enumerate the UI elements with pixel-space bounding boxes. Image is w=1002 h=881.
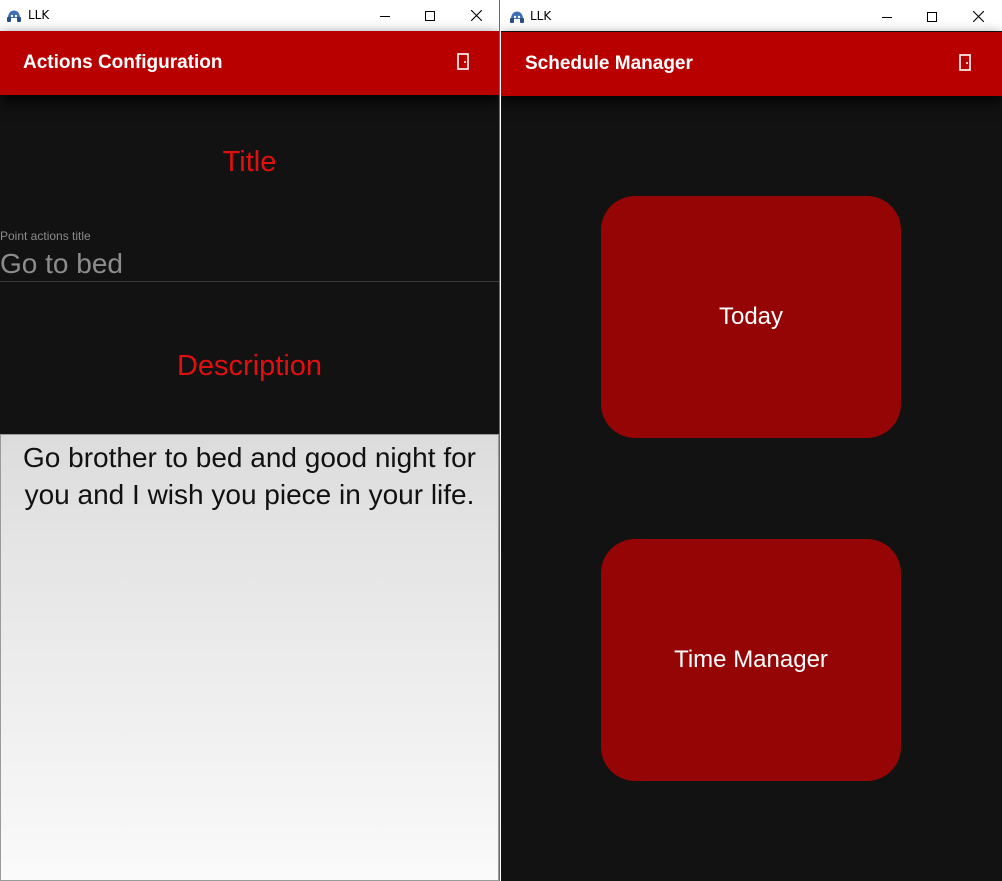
window-titlebar[interactable]: LLK bbox=[0, 0, 499, 31]
actions-configuration-window: LLK Actions Configuration Title Point ac… bbox=[0, 0, 500, 881]
close-button[interactable] bbox=[955, 1, 1001, 32]
llk-app-icon bbox=[509, 9, 525, 23]
maximize-button[interactable] bbox=[909, 1, 955, 32]
schedule-manager-window: LLK Schedule Manager Today Time Manager bbox=[501, 0, 1002, 881]
window-titlebar[interactable]: LLK bbox=[501, 0, 1002, 31]
minimize-button[interactable] bbox=[362, 0, 408, 31]
llk-app-icon bbox=[6, 8, 22, 22]
point-actions-title-input[interactable] bbox=[0, 246, 499, 282]
close-icon bbox=[972, 11, 984, 22]
point-actions-title-label: Point actions title bbox=[0, 229, 91, 243]
title-section-heading: Title bbox=[222, 146, 277, 178]
today-button[interactable]: Today bbox=[601, 196, 901, 438]
description-textarea[interactable]: Go brother to bed and good night for you… bbox=[0, 434, 499, 881]
exit-button[interactable] bbox=[951, 50, 979, 78]
exit-door-icon bbox=[959, 53, 971, 75]
maximize-icon bbox=[927, 11, 937, 22]
app-bar: Actions Configuration bbox=[0, 31, 499, 95]
exit-button[interactable] bbox=[449, 49, 477, 77]
exit-door-icon bbox=[457, 52, 469, 74]
window-title: LLK bbox=[28, 8, 50, 22]
time-manager-button[interactable]: Time Manager bbox=[601, 539, 901, 781]
maximize-icon bbox=[425, 10, 435, 21]
minimize-button[interactable] bbox=[864, 1, 910, 32]
close-icon bbox=[470, 10, 482, 21]
maximize-button[interactable] bbox=[407, 0, 453, 31]
page-title: Actions Configuration bbox=[23, 52, 223, 73]
page-title: Schedule Manager bbox=[525, 53, 693, 74]
description-section-heading: Description bbox=[176, 350, 323, 382]
close-button[interactable] bbox=[453, 0, 499, 31]
minimize-icon bbox=[380, 11, 390, 21]
minimize-icon bbox=[882, 12, 892, 22]
app-bar: Schedule Manager bbox=[501, 32, 1002, 96]
window-title: LLK bbox=[530, 9, 552, 23]
